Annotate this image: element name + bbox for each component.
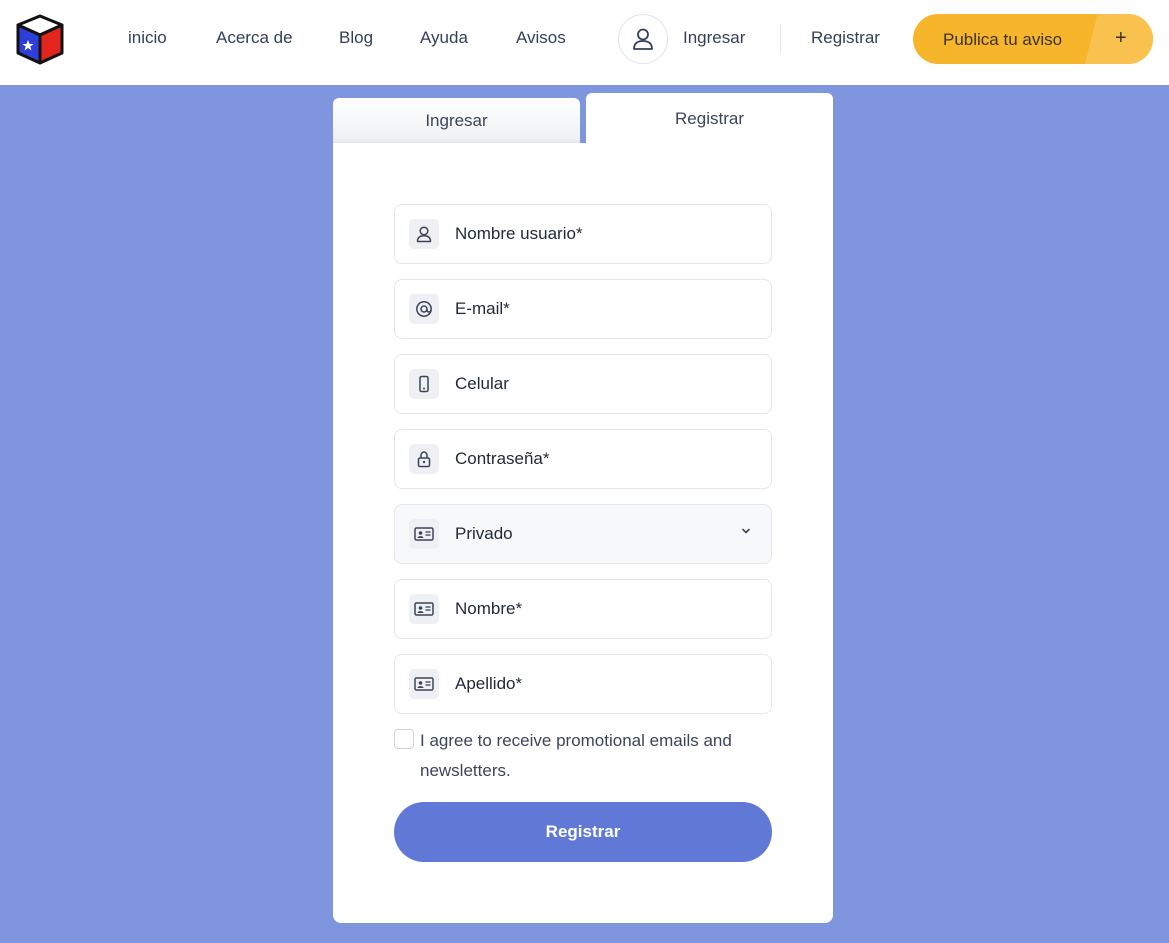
nav-acerca-de[interactable]: Acerca de <box>216 28 293 48</box>
account-type-select[interactable]: Privado <box>394 504 772 564</box>
newsletter-checkbox[interactable] <box>394 729 414 749</box>
register-link[interactable]: Registrar <box>811 28 880 48</box>
site-header: inicio Acerca de Blog Ayuda Avisos Ingre… <box>0 0 1169 85</box>
email-field[interactable]: E-mail* <box>394 279 772 339</box>
id-card-icon <box>409 594 439 624</box>
user-icon <box>633 28 653 50</box>
password-placeholder: Contraseña* <box>455 449 550 468</box>
nav-avisos[interactable]: Avisos <box>516 28 566 48</box>
publish-ad-button[interactable]: Publica tu aviso + <box>913 14 1153 64</box>
password-field[interactable]: Contraseña* <box>394 429 772 489</box>
phone-icon <box>409 369 439 399</box>
at-sign-icon <box>409 294 439 324</box>
first-name-field[interactable]: Nombre* <box>394 579 772 639</box>
register-submit-button[interactable]: Registrar <box>394 802 772 862</box>
lock-icon <box>409 444 439 474</box>
nav-blog[interactable]: Blog <box>339 28 373 48</box>
phone-placeholder: Celular <box>455 374 509 393</box>
user-icon <box>409 219 439 249</box>
register-form-card: Nombre usuario* E-mail* Celular Contrase… <box>333 143 833 923</box>
tab-register[interactable]: Registrar <box>586 93 833 145</box>
newsletter-label[interactable]: I agree to receive promotional emails an… <box>420 726 770 786</box>
plus-icon: + <box>1115 27 1127 49</box>
phone-field[interactable]: Celular <box>394 354 772 414</box>
chevron-down-icon <box>742 528 750 534</box>
header-divider <box>780 24 781 54</box>
tab-login[interactable]: Ingresar <box>333 98 580 144</box>
user-account-button[interactable] <box>618 14 668 64</box>
last-name-field[interactable]: Apellido* <box>394 654 772 714</box>
id-card-icon <box>409 519 439 549</box>
nav-inicio[interactable]: inicio <box>128 28 167 48</box>
last-name-placeholder: Apellido* <box>455 674 523 693</box>
publish-ad-label: Publica tu aviso <box>943 30 1063 49</box>
username-field[interactable]: Nombre usuario* <box>394 204 772 264</box>
username-placeholder: Nombre usuario* <box>455 224 583 243</box>
first-name-placeholder: Nombre* <box>455 599 523 618</box>
nav-ayuda[interactable]: Ayuda <box>420 28 468 48</box>
id-card-icon <box>409 669 439 699</box>
logo-cube-icon[interactable] <box>14 13 66 67</box>
account-type-value: Privado <box>455 524 513 543</box>
email-placeholder: E-mail* <box>455 299 510 318</box>
login-link[interactable]: Ingresar <box>683 28 745 48</box>
